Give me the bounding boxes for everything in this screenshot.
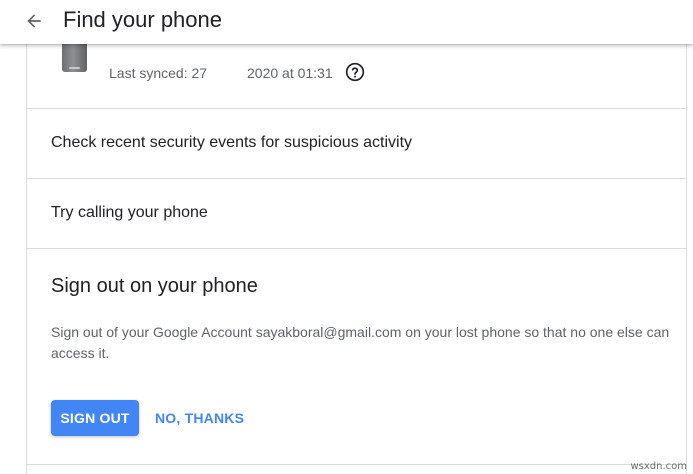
last-synced-label: Last synced: 27 xyxy=(109,65,208,81)
call-phone-item[interactable]: Try calling your phone xyxy=(27,179,686,249)
device-card: Last synced: 27 2020 at 01:31 Check rece… xyxy=(26,0,687,474)
page-title: Find your phone xyxy=(63,7,222,32)
sign-out-description: Sign out of your Google Account sayakbor… xyxy=(51,324,670,361)
sign-out-button[interactable]: SIGN OUT xyxy=(51,400,139,436)
sign-out-title: Sign out on your phone xyxy=(51,275,258,297)
find-phone-page: Last synced: 27 2020 at 01:31 Check rece… xyxy=(0,0,693,474)
top-bar: Find your phone xyxy=(0,0,693,44)
last-synced-date: 2020 at 01:31 xyxy=(247,65,333,81)
call-phone-label: Try calling your phone xyxy=(51,204,208,221)
watermark-text: wsxdn.com xyxy=(630,461,687,472)
security-events-label: Check recent security events for suspici… xyxy=(51,134,413,151)
help-circle-icon[interactable] xyxy=(345,62,365,82)
sign-out-section: Sign out on your phone Sign out of your … xyxy=(27,249,686,465)
arrow-back-icon[interactable] xyxy=(19,6,49,36)
security-events-item[interactable]: Check recent security events for suspici… xyxy=(27,109,686,179)
no-thanks-button[interactable]: NO, THANKS xyxy=(149,400,250,436)
